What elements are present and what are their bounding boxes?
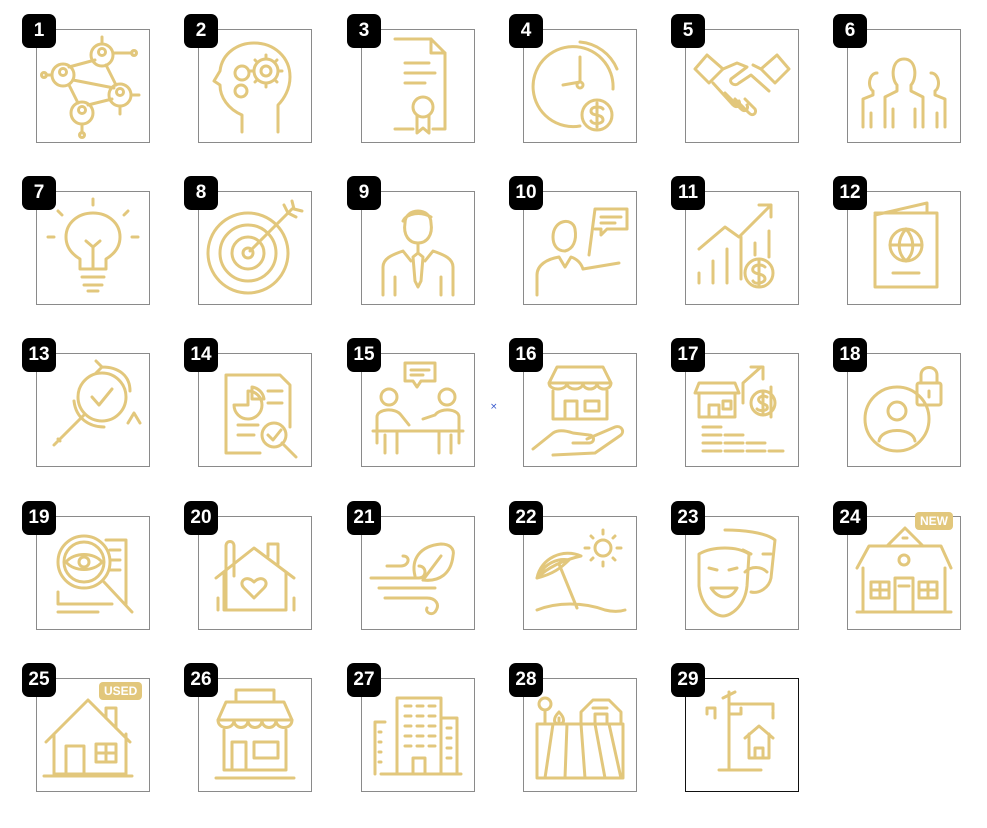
icon-tile[interactable]: 3 [347, 14, 511, 179]
number-badge: 22 [509, 501, 543, 535]
icon-tile[interactable]: 6 [833, 14, 987, 179]
icon-tile[interactable]: 22 [509, 501, 673, 666]
number-badge: 4 [509, 14, 543, 48]
number-badge: 12 [833, 176, 867, 210]
icon-tile[interactable]: 27 [347, 663, 511, 828]
number-badge: 13 [22, 338, 56, 372]
icon-tile[interactable]: 18 [833, 338, 987, 503]
number-badge: 20 [184, 501, 218, 535]
number-badge: 27 [347, 663, 381, 697]
number-badge: 1 [22, 14, 56, 48]
icon-tile[interactable]: 9 [347, 176, 511, 341]
number-badge: 18 [833, 338, 867, 372]
number-badge: 15 [347, 338, 381, 372]
number-badge: 16 [509, 338, 543, 372]
number-badge: 28 [509, 663, 543, 697]
icon-tile[interactable]: NEW 24 [833, 501, 987, 666]
number-badge: 8 [184, 176, 218, 210]
number-badge: 29 [671, 663, 705, 697]
icon-tile[interactable]: 28 [509, 663, 673, 828]
number-badge: 17 [671, 338, 705, 372]
icon-tile[interactable]: 13 [22, 338, 186, 503]
icon-tile[interactable]: 14 [184, 338, 348, 503]
icon-tile[interactable]: 16 [509, 338, 673, 503]
number-badge: 24 [833, 501, 867, 535]
number-badge: 5 [671, 14, 705, 48]
icon-tile[interactable]: 23 [671, 501, 835, 666]
icon-tile[interactable]: 1 [22, 14, 186, 179]
number-badge: 2 [184, 14, 218, 48]
number-badge: 26 [184, 663, 218, 697]
number-badge: 23 [671, 501, 705, 535]
cursor-mark-icon: × [490, 402, 498, 412]
icon-tile[interactable]: 19 [22, 501, 186, 666]
number-badge: 6 [833, 14, 867, 48]
icon-tile[interactable]: 5 [671, 14, 835, 179]
number-badge: 14 [184, 338, 218, 372]
icon-tile[interactable]: 7 [22, 176, 186, 341]
icon-tile[interactable]: 15 [347, 338, 511, 503]
icon-tag-badge: NEW [915, 512, 953, 530]
number-badge: 11 [671, 176, 705, 210]
icon-tile[interactable]: 11 [671, 176, 835, 341]
icon-tile[interactable]: 4 [509, 14, 673, 179]
icon-tile[interactable]: 20 [184, 501, 348, 666]
number-badge: 9 [347, 176, 381, 210]
number-badge: 7 [22, 176, 56, 210]
number-badge: 25 [22, 663, 56, 697]
number-badge: 21 [347, 501, 381, 535]
icon-tile[interactable]: 10 [509, 176, 673, 341]
icon-tile[interactable]: 8 [184, 176, 348, 341]
number-badge: 3 [347, 14, 381, 48]
icon-tile[interactable]: 12 [833, 176, 987, 341]
icon-tile[interactable]: USED 25 [22, 663, 186, 828]
icon-tile[interactable]: 17 [671, 338, 835, 503]
icon-tile[interactable]: 29 [671, 663, 835, 828]
icon-tag-badge: USED [99, 682, 143, 700]
number-badge: 10 [509, 176, 543, 210]
icon-tile[interactable]: 26 [184, 663, 348, 828]
icon-tile[interactable]: 21 [347, 501, 511, 666]
icon-tile[interactable]: 2 [184, 14, 348, 179]
number-badge: 19 [22, 501, 56, 535]
